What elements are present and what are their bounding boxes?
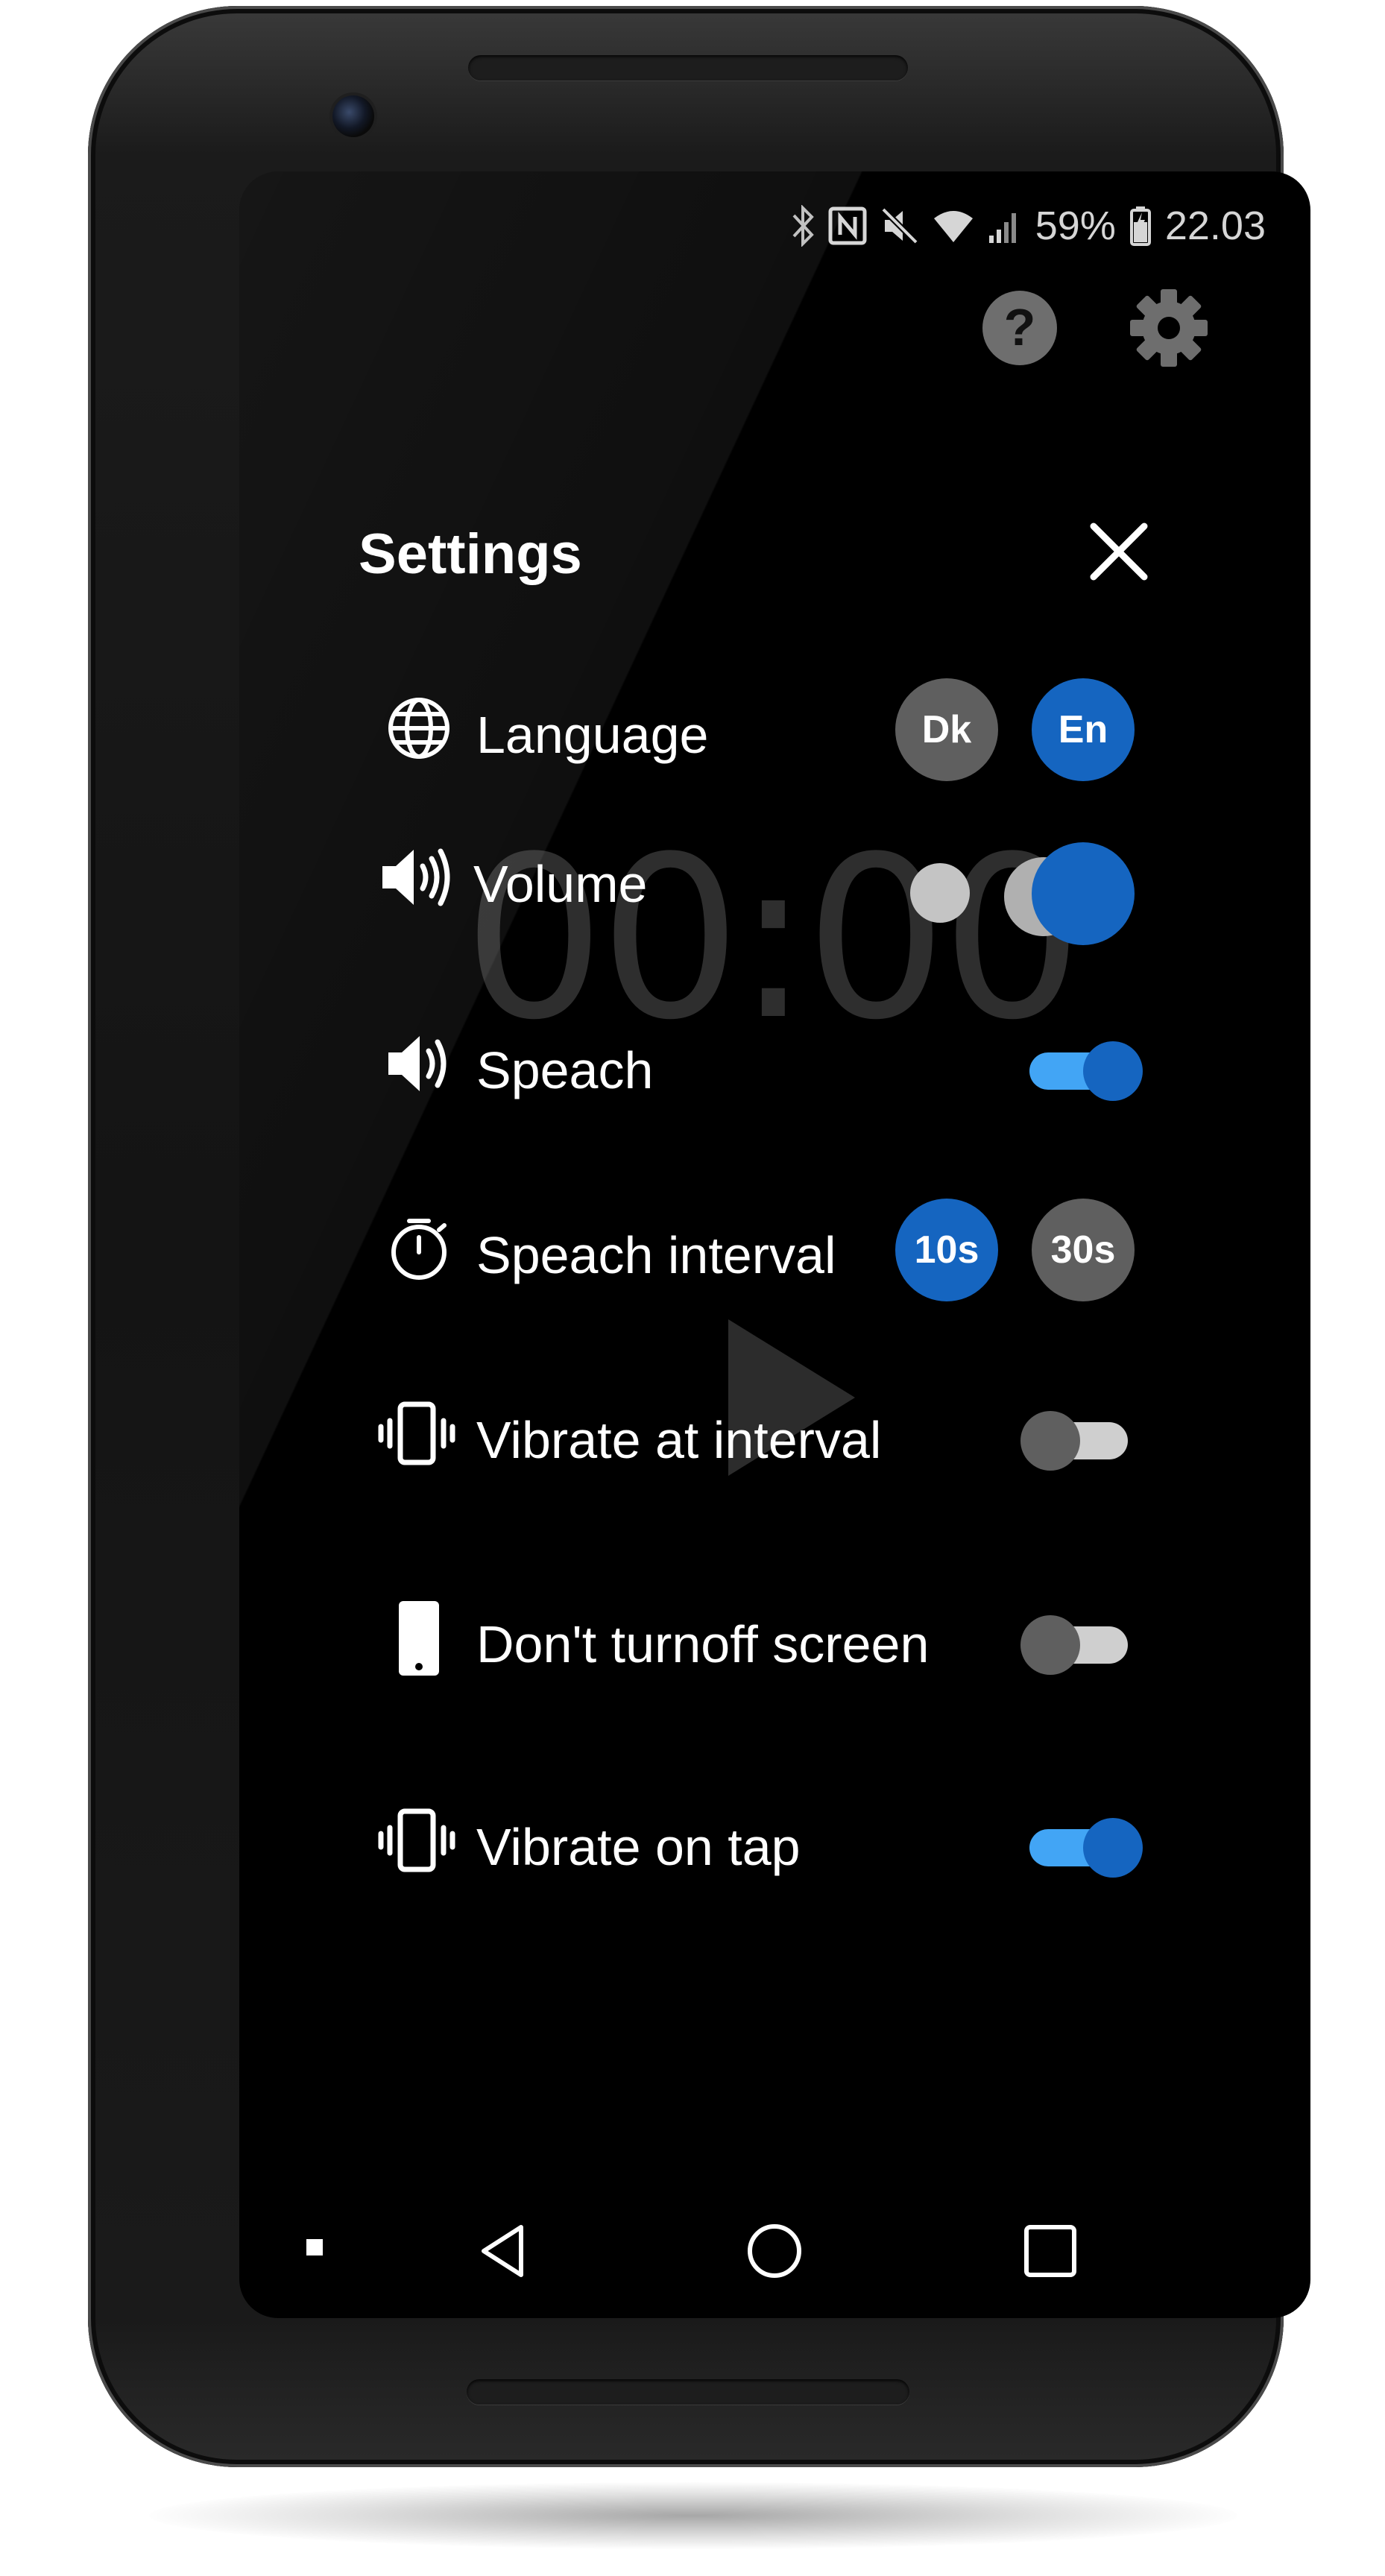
volume-level-3[interactable]	[1032, 842, 1135, 945]
language-label: Language	[476, 706, 709, 764]
toggle-knob	[1020, 1615, 1080, 1675]
phone-icon	[385, 1600, 460, 1676]
speech-interval-row: Speach interval 10s 30s	[239, 1199, 1310, 1303]
vibrate-icon	[378, 1400, 455, 1474]
volume-row: Volume	[239, 827, 1310, 945]
speech-row: Speach	[239, 1014, 1310, 1118]
front-camera	[332, 95, 374, 137]
vibrate-tap-toggle[interactable]	[1029, 1807, 1143, 1881]
top-speaker-grille	[468, 55, 908, 80]
mute-icon	[880, 206, 919, 245]
wifi-icon	[933, 208, 974, 244]
keep-screen-on-label: Don't turnoff screen	[476, 1615, 930, 1673]
timer-icon	[385, 1215, 460, 1289]
speaker-icon	[379, 844, 454, 918]
signal-icon	[988, 207, 1022, 244]
home-icon[interactable]	[745, 2221, 804, 2285]
battery-charging-icon	[1129, 206, 1152, 246]
dot-icon	[305, 2238, 324, 2261]
language-option-en[interactable]: En	[1032, 678, 1135, 781]
language-row: Language Dk En	[239, 678, 1310, 783]
speech-toggle[interactable]	[1029, 1030, 1143, 1105]
keep-screen-on-row: Don't turnoff screen	[239, 1588, 1310, 1692]
phone-frame: 59% 22.03 ? 00:00 Settings Language Dk E…	[88, 6, 1310, 2467]
interval-option-10s[interactable]: 10s	[895, 1199, 998, 1301]
globe-icon	[385, 695, 460, 769]
vibrate-icon	[378, 1807, 455, 1881]
toggle-knob	[1083, 1818, 1143, 1878]
volume-level-1[interactable]	[910, 863, 970, 923]
speech-interval-label: Speach interval	[476, 1226, 836, 1284]
bottom-speaker-grille	[467, 2379, 909, 2405]
back-icon[interactable]	[475, 2221, 534, 2285]
screenshot-canvas: 59% 22.03 ? 00:00 Settings Language Dk E…	[0, 0, 1385, 2576]
help-icon[interactable]: ?	[979, 287, 1061, 369]
settings-title: Settings	[359, 523, 582, 586]
interval-option-30s[interactable]: 30s	[1032, 1199, 1135, 1301]
vibrate-interval-label: Vibrate at interval	[476, 1411, 882, 1469]
close-icon[interactable]	[1082, 514, 1156, 589]
toggle-knob	[1083, 1041, 1143, 1101]
vibrate-tap-row: Vibrate on tap	[239, 1790, 1310, 1895]
speaker-icon	[385, 1030, 460, 1105]
battery-percent: 59%	[1035, 203, 1116, 248]
speech-label: Speach	[476, 1041, 654, 1099]
toggle-knob	[1020, 1411, 1080, 1471]
bluetooth-icon	[791, 205, 815, 247]
svg-text:?: ?	[1004, 298, 1036, 356]
gear-icon[interactable]	[1128, 287, 1210, 369]
volume-label: Volume	[473, 855, 648, 913]
recents-icon[interactable]	[1020, 2221, 1080, 2285]
language-option-dk[interactable]: Dk	[895, 678, 998, 781]
status-bar: 59% 22.03	[791, 192, 1266, 259]
keep-screen-on-toggle[interactable]	[1020, 1604, 1141, 1679]
navigation-bar	[239, 2199, 1310, 2318]
phone-shadow	[149, 2482, 1237, 2549]
vibrate-interval-row: Vibrate at interval	[239, 1383, 1310, 1488]
vibrate-interval-toggle[interactable]	[1020, 1400, 1141, 1474]
phone-screen: 59% 22.03 ? 00:00 Settings Language Dk E…	[239, 171, 1310, 2318]
vibrate-tap-label: Vibrate on tap	[476, 1818, 801, 1876]
nfc-icon	[828, 206, 867, 245]
clock-time: 22.03	[1164, 203, 1266, 248]
